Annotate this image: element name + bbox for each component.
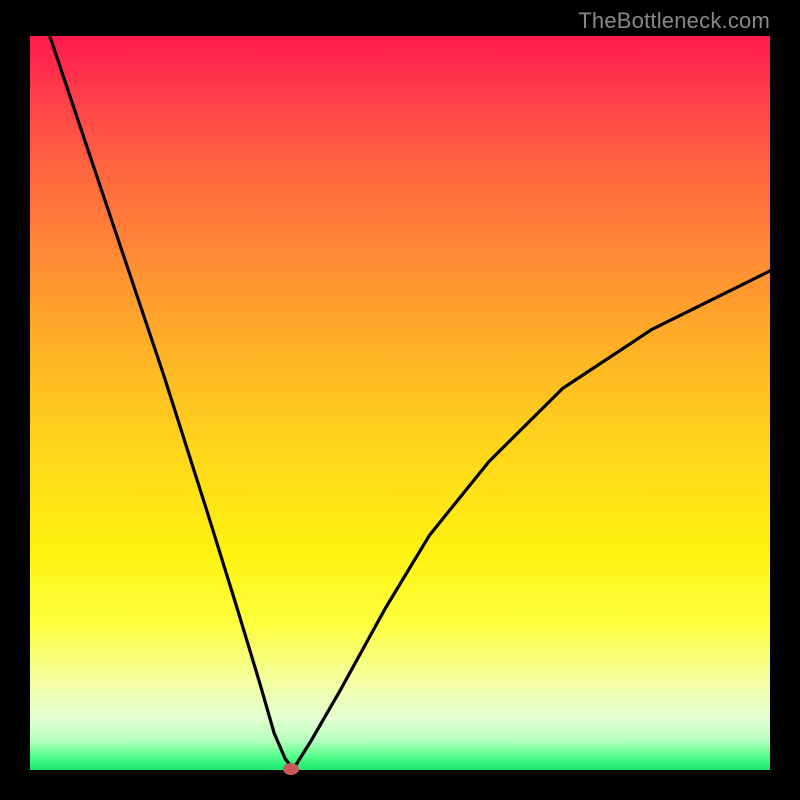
curve-svg	[30, 36, 770, 770]
bottleneck-curve	[30, 36, 770, 769]
minimum-marker	[283, 763, 299, 775]
watermark-text: TheBottleneck.com	[578, 8, 770, 34]
